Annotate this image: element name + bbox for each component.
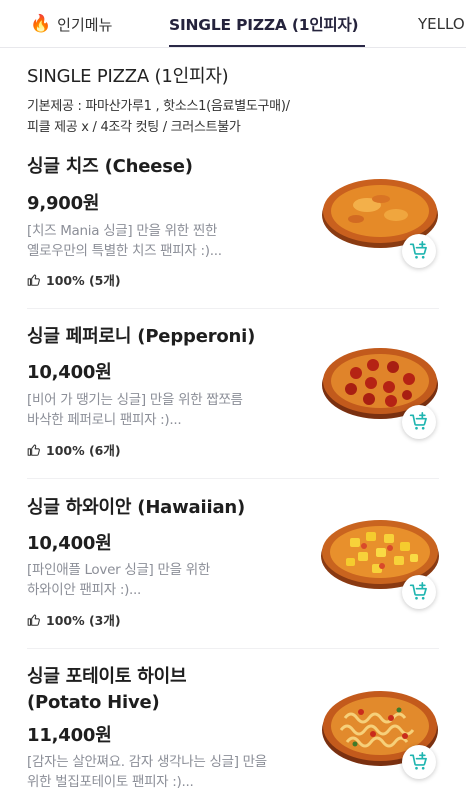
item-divider bbox=[27, 648, 439, 649]
desc-line: 바삭한 페퍼로니 팬피자 :)... bbox=[27, 412, 182, 428]
item-name-line: 싱글 포테이토 하이브 bbox=[27, 666, 187, 687]
add-to-cart-button[interactable] bbox=[402, 575, 436, 609]
thumbs-up-icon bbox=[27, 274, 40, 286]
item-rating: 100% (3개) bbox=[27, 610, 121, 629]
cart-plus-icon bbox=[409, 241, 427, 259]
item-rating: 100% (5개) bbox=[27, 270, 121, 289]
desc-line: [감자는 살안쪄요. 감자 생각나는 싱글] 만을 bbox=[27, 754, 267, 770]
section-title: SINGLE PIZZA (1인피자) bbox=[27, 66, 229, 87]
item-description: [감자는 살안쪄요. 감자 생각나는 싱글] 만을 위한 벌집포테이토 팬피자 … bbox=[27, 752, 297, 792]
thumbs-up-icon bbox=[27, 444, 40, 456]
desc-line: [치즈 Mania 싱글] 만을 위한 찐한 bbox=[27, 223, 218, 239]
rating-text: 100% (5개) bbox=[46, 273, 121, 288]
tab-popular[interactable]: 🔥 인기메뉴 bbox=[30, 0, 113, 47]
desc-line: 옐로우만의 특별한 치즈 팬피자 :)... bbox=[27, 243, 222, 259]
tab-label: SINGLE PIZZA (1인피자) bbox=[169, 16, 359, 34]
section-desc-line: 피클 제공 x / 4조각 컷팅 / 크러스트불가 bbox=[27, 120, 241, 135]
item-price: 10,400원 bbox=[27, 362, 112, 383]
tab-yellow[interactable]: YELLO bbox=[418, 0, 465, 47]
cart-plus-icon bbox=[409, 582, 427, 600]
section-desc-line: 기본제공 : 파마산가루1 , 핫소스1(음료별도구매)/ bbox=[27, 99, 290, 114]
active-tab-indicator bbox=[169, 45, 365, 47]
add-to-cart-button[interactable] bbox=[402, 405, 436, 439]
desc-line: [비어 가 땡기는 싱글] 만을 위한 짭쪼름 bbox=[27, 392, 243, 408]
tab-single-pizza[interactable]: SINGLE PIZZA (1인피자) bbox=[169, 0, 359, 47]
thumbs-up-icon bbox=[27, 614, 40, 626]
desc-line: 위한 벌집포테이토 팬피자 :)... bbox=[27, 774, 194, 790]
item-name: 싱글 치즈 (Cheese) bbox=[27, 156, 193, 177]
section-header: SINGLE PIZZA (1인피자) 기본제공 : 파마산가루1 , 핫소스1… bbox=[27, 62, 447, 138]
category-tab-bar: 🔥 인기메뉴 SINGLE PIZZA (1인피자) YELLO bbox=[0, 0, 466, 48]
item-rating: 100% (6개) bbox=[27, 440, 121, 459]
item-name-line: (Potato Hive) bbox=[27, 692, 160, 713]
add-to-cart-button[interactable] bbox=[402, 234, 436, 268]
item-price: 9,900원 bbox=[27, 193, 100, 214]
desc-line: [파인애플 Lover 싱글] 만을 위한 bbox=[27, 562, 210, 578]
tab-label: 인기메뉴 bbox=[57, 15, 113, 34]
rating-text: 100% (3개) bbox=[46, 613, 121, 628]
cart-plus-icon bbox=[409, 412, 427, 430]
desc-line: 하와이안 팬피자 :)... bbox=[27, 582, 142, 598]
item-description: [치즈 Mania 싱글] 만을 위한 찐한 옐로우만의 특별한 치즈 팬피자 … bbox=[27, 221, 292, 261]
item-price: 11,400원 bbox=[27, 725, 112, 746]
item-name: 싱글 페퍼로니 (Pepperoni) bbox=[27, 326, 256, 347]
item-price: 10,400원 bbox=[27, 533, 112, 554]
item-description: [비어 가 땡기는 싱글] 만을 위한 짭쪼름 바삭한 페퍼로니 팬피자 :).… bbox=[27, 390, 292, 430]
tab-label: YELLO bbox=[418, 15, 465, 33]
item-name: 싱글 포테이토 하이브 (Potato Hive) bbox=[27, 664, 317, 716]
rating-text: 100% (6개) bbox=[46, 443, 121, 458]
section-description: 기본제공 : 파마산가루1 , 핫소스1(음료별도구매)/ 피클 제공 x / … bbox=[27, 96, 447, 138]
fire-icon: 🔥 bbox=[30, 13, 52, 34]
add-to-cart-button[interactable] bbox=[402, 745, 436, 779]
item-divider bbox=[27, 308, 439, 309]
item-name: 싱글 하와이안 (Hawaiian) bbox=[27, 497, 246, 518]
item-description: [파인애플 Lover 싱글] 만을 위한 하와이안 팬피자 :)... bbox=[27, 560, 292, 600]
cart-plus-icon bbox=[409, 752, 427, 770]
item-divider bbox=[27, 478, 439, 479]
